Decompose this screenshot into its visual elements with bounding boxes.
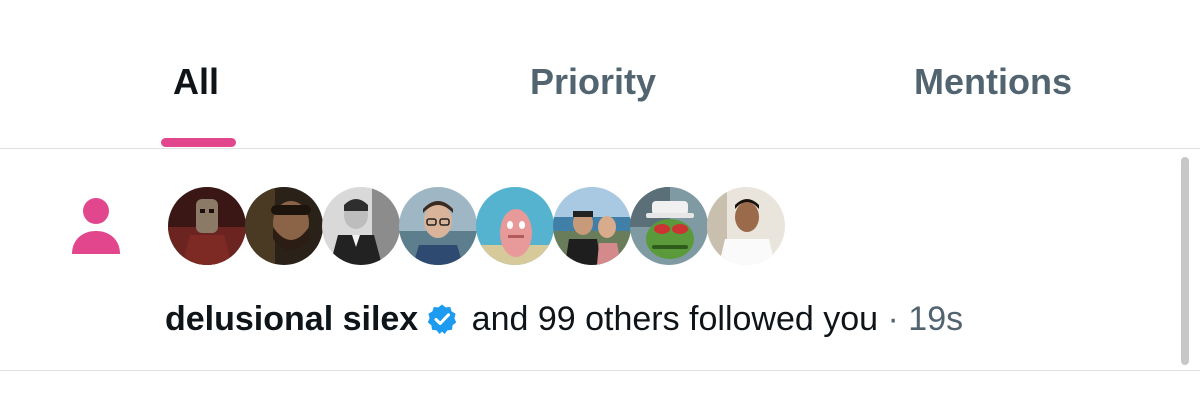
tab-all[interactable]: All [173, 58, 219, 106]
tab-priority[interactable]: Priority [530, 58, 656, 106]
follower-name[interactable]: delusional silex [165, 300, 418, 338]
row-divider [0, 370, 1200, 371]
avatar-6[interactable] [553, 187, 631, 265]
notification-action: and 99 others followed you [462, 300, 879, 338]
avatar-7[interactable] [630, 187, 708, 265]
avatar-1[interactable] [168, 187, 246, 265]
scrollbar[interactable] [1170, 149, 1200, 400]
avatar-4[interactable] [399, 187, 477, 265]
notification-time: 19s [908, 300, 964, 338]
avatar-3[interactable] [322, 187, 400, 265]
person-icon [70, 196, 122, 258]
notification-tabs: All Priority Mentions [0, 0, 1200, 148]
avatar-8[interactable] [707, 187, 785, 265]
avatar-2[interactable] [245, 187, 323, 265]
notifications-page: All Priority Mentions delusional silex a… [0, 0, 1200, 400]
verified-badge-icon [426, 302, 458, 334]
scrollbar-thumb[interactable] [1181, 157, 1189, 365]
active-tab-indicator [161, 138, 236, 147]
time-separator: · [878, 300, 909, 338]
avatar-5[interactable] [476, 187, 554, 265]
notification-text: delusional silex and 99 others followed … [165, 297, 963, 341]
follow-notification[interactable]: delusional silex and 99 others followed … [0, 149, 1170, 370]
tab-mentions[interactable]: Mentions [914, 58, 1072, 106]
